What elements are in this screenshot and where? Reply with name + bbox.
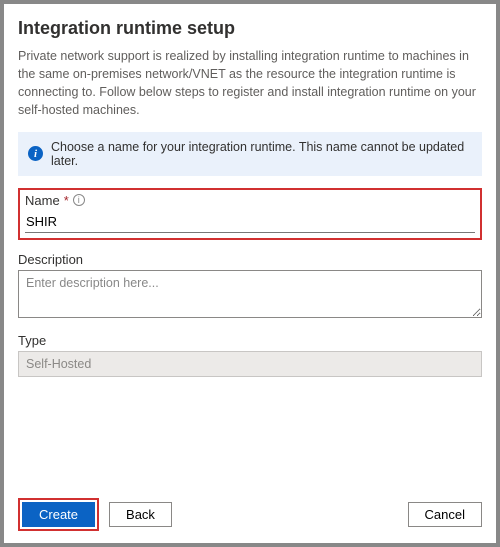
help-icon[interactable]: i bbox=[73, 194, 85, 206]
footer-bar: Create Back Cancel bbox=[18, 490, 482, 531]
name-label: Name * i bbox=[25, 193, 475, 208]
create-button[interactable]: Create bbox=[22, 502, 95, 527]
required-mark: * bbox=[64, 193, 69, 208]
intro-text: Private network support is realized by i… bbox=[18, 47, 482, 120]
back-button[interactable]: Back bbox=[109, 502, 172, 527]
name-input[interactable] bbox=[25, 211, 475, 233]
name-field-highlight: Name * i bbox=[18, 188, 482, 240]
info-icon: i bbox=[28, 146, 43, 161]
page-title: Integration runtime setup bbox=[18, 18, 482, 39]
create-button-highlight: Create bbox=[18, 498, 99, 531]
info-bar: i Choose a name for your integration run… bbox=[18, 132, 482, 176]
info-text: Choose a name for your integration runti… bbox=[51, 140, 472, 168]
cancel-button[interactable]: Cancel bbox=[408, 502, 482, 527]
type-label: Type bbox=[18, 333, 482, 348]
name-label-text: Name bbox=[25, 193, 60, 208]
type-value: Self-Hosted bbox=[18, 351, 482, 377]
description-label: Description bbox=[18, 252, 482, 267]
description-input[interactable] bbox=[18, 270, 482, 318]
setup-panel: Integration runtime setup Private networ… bbox=[0, 0, 500, 547]
